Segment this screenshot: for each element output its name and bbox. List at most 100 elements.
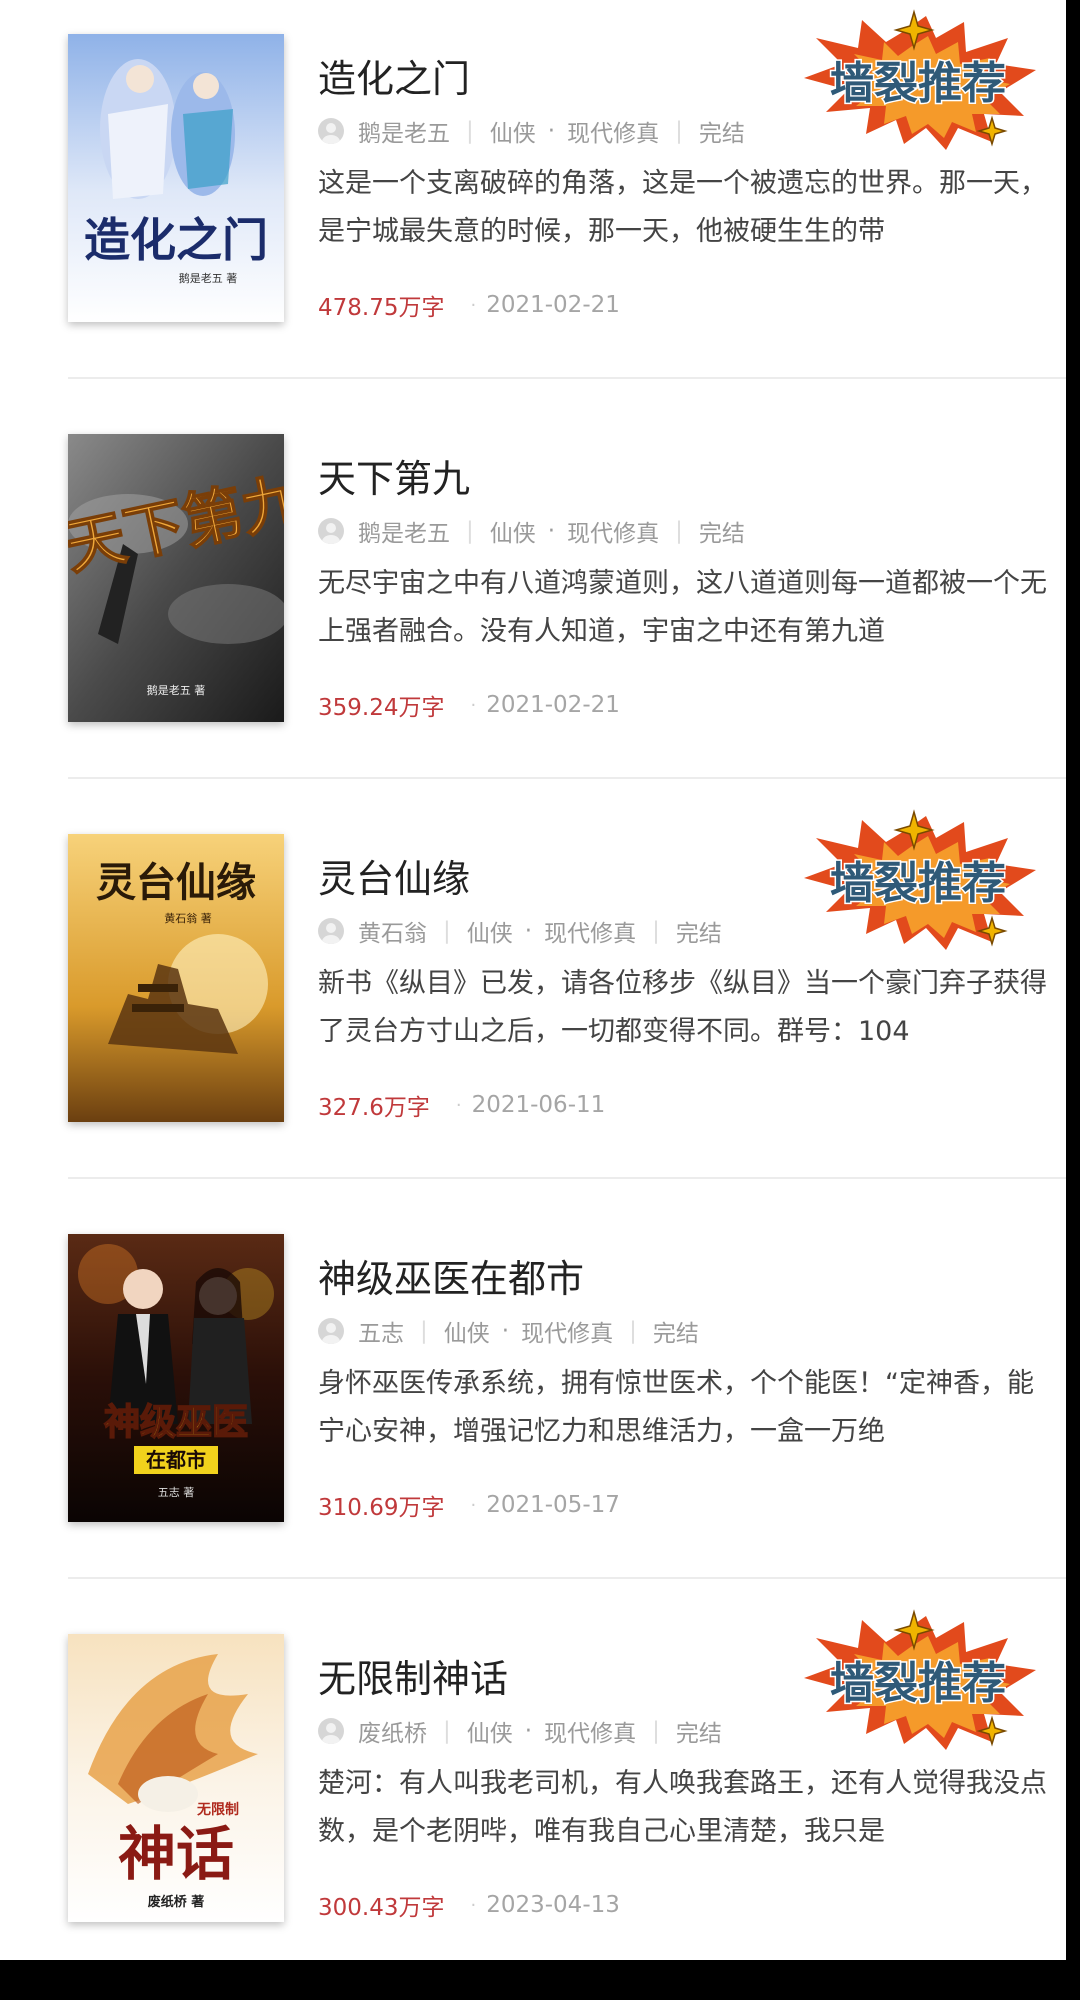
author-name[interactable]: 黄石翁: [358, 914, 427, 948]
cover-title-text: 造化之门: [84, 213, 268, 267]
list-item[interactable]: 天下第九 鹅是老五 著 天下第九 鹅是老五 | 仙侠 · 现代修真 | 完结 无…: [0, 400, 1066, 800]
book-cover[interactable]: 神级巫医 在都市 五志 著: [68, 1234, 284, 1522]
meta-separator: |: [466, 118, 474, 144]
list-item[interactable]: 造化之门 鹅是老五 著 造化之门 鹅是老五 | 仙侠 · 现代修真 | 完结 这…: [0, 0, 1066, 400]
word-count: 310.69万字: [318, 1495, 445, 1521]
category-label: 仙侠: [443, 1321, 490, 1347]
cover-author-text: 废纸桥 著: [148, 1894, 205, 1910]
badge-text: 墙裂推荐: [830, 1658, 1006, 1709]
author-avatar-icon: [318, 1718, 344, 1744]
meta-separator: |: [443, 1718, 451, 1744]
meta-separator: |: [443, 918, 451, 944]
book-description: 无尽宇宙之中有八道鸿蒙道则，这八道道则每一道都被一个无上强者融合。没有人知道，宇…: [318, 568, 1047, 647]
author-avatar-icon: [318, 118, 344, 144]
status-label: 完结: [698, 521, 745, 547]
book-title[interactable]: 神级巫医在都市: [318, 1248, 584, 1303]
book-meta: 废纸桥 | 仙侠 · 现代修真 | 完结: [318, 1714, 722, 1748]
list-item[interactable]: 神话 无限制 废纸桥 著 无限制神话 废纸桥 | 仙侠 · 现代修真 | 完结 …: [0, 1600, 1066, 2000]
cover-author-text: 鹅是老五 著: [147, 683, 206, 697]
meta-dot: ·: [547, 518, 556, 544]
meta-dot: ·: [547, 118, 556, 144]
divider: [68, 1577, 1066, 1579]
recommend-badge-icon: 墙裂推荐: [804, 9, 1036, 150]
author-name[interactable]: 五志: [358, 1314, 404, 1348]
update-date: 2023-04-13: [486, 1892, 620, 1918]
cover-title-text: 灵台仙缘: [96, 859, 256, 906]
category-label: 仙侠: [489, 121, 536, 147]
subcategory-label: 现代修真: [567, 121, 660, 147]
book-title[interactable]: 天下第九: [318, 448, 470, 503]
update-date: 2021-02-21: [486, 692, 620, 718]
cover-author-text: 鹅是老五 著: [179, 271, 238, 285]
category-label: 仙侠: [466, 1721, 513, 1747]
cover-subtitle-text: 无限制: [196, 1801, 239, 1818]
meta-dot: ·: [470, 1894, 477, 1916]
book-stats: 310.69万字 · 2021-05-17: [318, 1488, 620, 1522]
meta-separator: |: [629, 1318, 637, 1344]
book-cover[interactable]: 造化之门 鹅是老五 著: [68, 34, 284, 322]
meta-separator: |: [675, 118, 683, 144]
book-meta: 鹅是老五 | 仙侠 · 现代修真 | 完结: [318, 514, 745, 548]
book-stats: 478.75万字 · 2021-02-21: [318, 288, 620, 322]
word-count: 478.75万字: [318, 295, 445, 321]
book-description: 这是一个支离破碎的角落，这是一个被遗忘的世界。那一天，是宁城最失意的时候，那一天…: [318, 168, 1047, 247]
cover-subtitle-text: 在都市: [146, 1448, 206, 1472]
word-count: 359.24万字: [318, 695, 445, 721]
status-label: 完结: [698, 121, 745, 147]
meta-dot: ·: [501, 1318, 510, 1344]
book-meta: 鹅是老五 | 仙侠 · 现代修真 | 完结: [318, 114, 745, 148]
author-name[interactable]: 鹅是老五: [358, 114, 450, 148]
status-label: 完结: [675, 921, 722, 947]
list-item[interactable]: 神级巫医 在都市 五志 著 神级巫医在都市 五志 | 仙侠 · 现代修真 | 完…: [0, 1200, 1066, 1600]
update-date: 2021-06-11: [471, 1092, 606, 1118]
cover-title-text: 神话: [118, 1820, 234, 1888]
cover-author-text: 五志 著: [158, 1485, 195, 1499]
category-label: 仙侠: [466, 921, 513, 947]
subcategory-label: 现代修真: [521, 1321, 614, 1347]
book-cover[interactable]: 灵台仙缘 黄石翁 著: [68, 834, 284, 1122]
author-avatar-icon: [318, 918, 344, 944]
recommend-badge-icon: 墙裂推荐: [804, 809, 1036, 950]
book-list: 造化之门 鹅是老五 著 造化之门 鹅是老五 | 仙侠 · 现代修真 | 完结 这…: [0, 0, 1066, 1960]
category-label: 仙侠: [489, 521, 536, 547]
meta-dot: ·: [470, 1494, 477, 1516]
meta-separator: |: [652, 918, 660, 944]
book-title[interactable]: 灵台仙缘: [318, 848, 470, 903]
update-date: 2021-02-21: [486, 292, 620, 318]
book-stats: 327.6万字 · 2021-06-11: [318, 1088, 605, 1122]
subcategory-label: 现代修真: [544, 921, 637, 947]
book-description: 楚河：有人叫我老司机，有人唤我套路王，还有人觉得我没点数，是个老阴哔，唯有我自己…: [318, 1768, 1047, 1847]
author-name[interactable]: 废纸桥: [358, 1714, 427, 1748]
list-item[interactable]: 灵台仙缘 黄石翁 著 灵台仙缘 黄石翁 | 仙侠 · 现代修真 | 完结 新书《…: [0, 800, 1066, 1200]
book-cover[interactable]: 神话 无限制 废纸桥 著: [68, 1634, 284, 1922]
cover-title-text: 神级巫医: [104, 1402, 248, 1443]
update-date: 2021-05-17: [486, 1492, 620, 1518]
author-name[interactable]: 鹅是老五: [358, 514, 450, 548]
meta-dot: ·: [470, 694, 477, 716]
cover-author-text: 黄石翁 著: [164, 911, 212, 925]
book-title[interactable]: 造化之门: [318, 48, 470, 103]
author-avatar-icon: [318, 518, 344, 544]
author-avatar-icon: [318, 1318, 344, 1344]
meta-dot: ·: [455, 1094, 462, 1116]
divider: [68, 377, 1066, 379]
meta-dot: ·: [470, 294, 477, 316]
book-description: 身怀巫医传承系统，拥有惊世医术，个个能医！“定神香，能宁心安神，增强记忆力和思维…: [318, 1368, 1034, 1447]
meta-dot: ·: [524, 918, 533, 944]
meta-separator: |: [420, 1318, 428, 1344]
book-stats: 300.43万字 · 2023-04-13: [318, 1888, 620, 1922]
book-title[interactable]: 无限制神话: [318, 1648, 508, 1703]
word-count: 300.43万字: [318, 1895, 445, 1921]
meta-dot: ·: [524, 1718, 533, 1744]
word-count: 327.6万字: [318, 1095, 430, 1121]
badge-text: 墙裂推荐: [830, 858, 1006, 909]
book-description: 新书《纵目》已发，请各位移步《纵目》当一个豪门弃子获得了灵台方寸山之后，一切都变…: [318, 968, 1047, 1047]
subcategory-label: 现代修真: [567, 521, 660, 547]
meta-separator: |: [466, 518, 474, 544]
status-label: 完结: [675, 1721, 722, 1747]
subcategory-label: 现代修真: [544, 1721, 637, 1747]
divider: [68, 1177, 1066, 1179]
badge-text: 墙裂推荐: [830, 58, 1006, 109]
meta-separator: |: [652, 1718, 660, 1744]
book-cover[interactable]: 天下第九 鹅是老五 著: [68, 434, 284, 722]
